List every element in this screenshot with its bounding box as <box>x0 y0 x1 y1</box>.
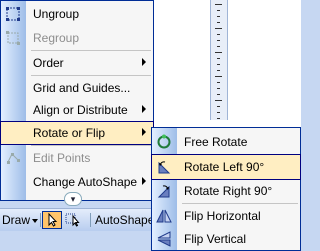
multi-select-icon <box>64 213 84 230</box>
menu-item-rotate-or-flip[interactable]: Rotate or Flip <box>0 121 154 145</box>
ruler-tick <box>217 22 220 23</box>
ruler-tick <box>217 34 220 35</box>
ruler-tick <box>215 4 222 5</box>
menu-item-label: Edit Points <box>33 151 91 165</box>
ruler-tick <box>217 58 220 59</box>
ruler-tick <box>217 70 220 71</box>
edit-points-icon <box>5 150 21 166</box>
ruler-tick <box>217 94 220 95</box>
menu-item-ungroup[interactable]: Ungroup <box>1 3 153 25</box>
ruler-tick <box>217 40 220 41</box>
submenu-item-label: Free Rotate <box>184 135 248 149</box>
submenu-item-free-rotate[interactable]: Free Rotate <box>152 130 300 154</box>
submenu-arrow-icon <box>142 105 146 113</box>
regroup-icon <box>5 30 21 46</box>
free-rotate-icon <box>156 134 172 150</box>
expand-menu-chevron-icon[interactable]: ▾ <box>64 192 82 206</box>
menu-item-align-or-distribute[interactable]: Align or Distribute <box>1 99 153 121</box>
ruler-tick <box>217 10 220 11</box>
menu-separator <box>31 50 151 51</box>
submenu-item-label: Rotate Right 90° <box>184 184 273 198</box>
toolbar-separator <box>40 213 41 227</box>
submenu-arrow-icon <box>142 177 146 185</box>
ruler-tick <box>217 118 220 119</box>
drawing-toolbar: Draw AutoShapes <box>0 208 167 231</box>
menu-item-label: Ungroup <box>33 7 80 21</box>
menu-item-label: Rotate or Flip <box>33 126 106 140</box>
ruler-tick <box>215 100 222 101</box>
menu-separator <box>31 145 151 146</box>
ruler-tick <box>215 76 222 77</box>
menu-item-label: Align or Distribute <box>33 103 128 117</box>
ruler-tick <box>215 52 222 53</box>
menu-item-regroup[interactable]: Regroup <box>1 27 153 49</box>
menu-item-label: Grid and Guides... <box>33 81 131 95</box>
submenu-arrow-icon <box>142 128 146 136</box>
rotate-right-icon <box>156 183 172 199</box>
menu-separator <box>31 75 151 76</box>
ruler-tick <box>217 64 220 65</box>
submenu-item-flip-horizontal[interactable]: Flip Horizontal <box>152 204 300 228</box>
ruler-tick <box>217 106 220 107</box>
submenu-item-flip-vertical[interactable]: Flip Vertical <box>152 227 300 251</box>
flip-vertical-icon <box>156 231 172 247</box>
menu-item-change-autoshape[interactable]: Change AutoShape <box>1 171 153 193</box>
submenu-arrow-icon <box>142 58 146 66</box>
select-multiple-objects-button[interactable] <box>64 211 84 229</box>
rotate-left-icon <box>156 159 172 175</box>
menu-item-label: Regroup <box>33 31 80 45</box>
submenu-item-label: Flip Horizontal <box>184 209 261 223</box>
draw-menu: Ungroup Regroup Order Grid and Guides...… <box>0 0 154 201</box>
pointer-icon <box>43 212 61 231</box>
ruler-tick <box>217 112 220 113</box>
flip-horizontal-icon <box>156 208 172 224</box>
rotate-or-flip-submenu: Free Rotate Rotate Left 90° Rotate Right… <box>151 127 301 251</box>
submenu-item-rotate-right[interactable]: Rotate Right 90° <box>152 179 300 203</box>
ruler-tick <box>217 88 220 89</box>
ruler-tick <box>217 16 220 17</box>
menu-item-grid-and-guides[interactable]: Grid and Guides... <box>1 77 153 99</box>
ruler-tick <box>215 28 222 29</box>
submenu-item-label: Flip Vertical <box>184 232 247 246</box>
draw-button[interactable]: Draw <box>2 211 39 229</box>
menu-item-label: Order <box>33 56 64 70</box>
draw-label: Draw <box>2 213 31 227</box>
menu-item-edit-points[interactable]: Edit Points <box>1 147 153 169</box>
submenu-item-rotate-left[interactable]: Rotate Left 90° <box>151 154 301 180</box>
vertical-ruler <box>210 0 228 120</box>
select-objects-button[interactable] <box>42 211 62 229</box>
submenu-item-label: Rotate Left 90° <box>184 160 265 174</box>
menu-item-order[interactable]: Order <box>1 52 153 74</box>
ruler-tick <box>217 46 220 47</box>
ruler-tick <box>217 82 220 83</box>
menu-item-label: Change AutoShape <box>33 175 138 189</box>
ungroup-icon <box>5 6 21 22</box>
dropdown-caret-icon <box>32 218 39 223</box>
toolbar-separator <box>90 213 91 227</box>
